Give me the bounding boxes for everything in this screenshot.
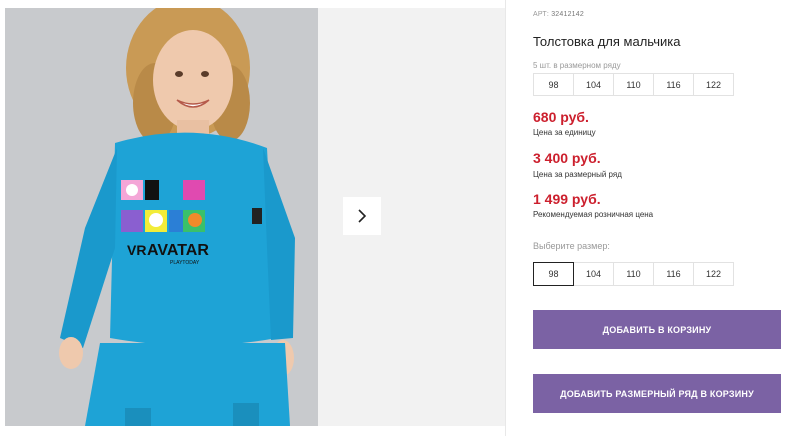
- pack-sizes: 98 104 110 116 122: [533, 73, 734, 96]
- pack-size: 122: [693, 73, 734, 96]
- size-option[interactable]: 104: [573, 262, 614, 286]
- sku-label: АРТ:: [533, 11, 550, 18]
- price-unit-caption: Цена за единицу: [533, 128, 596, 137]
- size-option[interactable]: 116: [653, 262, 694, 286]
- choose-size-label: Выберите размер:: [533, 241, 610, 251]
- product-title: Толстовка для мальчика: [533, 34, 681, 49]
- pack-size: 98: [533, 73, 574, 96]
- product-info: АРТ: 32412142 Толстовка для мальчика 5 ш…: [533, 0, 783, 436]
- size-option-selected[interactable]: 98: [533, 262, 574, 286]
- add-to-cart-button[interactable]: ДОБАВИТЬ В КОРЗИНУ: [533, 310, 781, 349]
- pack-label: 5 шт. в размерном ряду: [533, 61, 621, 70]
- price-retail-caption: Рекомендуемая розничная цена: [533, 210, 654, 219]
- product-photo-illustration: VR AVATAR PLAYTODAY: [5, 8, 318, 426]
- chevron-right-icon: [358, 209, 367, 223]
- pack-size: 116: [653, 73, 694, 96]
- size-option[interactable]: 122: [693, 262, 734, 286]
- print-brand: PLAYTODAY: [170, 260, 200, 266]
- print-text: AVATAR: [147, 242, 209, 259]
- price-pack-caption: Цена за размерный ряд: [533, 170, 622, 179]
- product-sku: АРТ: 32412142: [533, 11, 584, 18]
- sku-value: 32412142: [551, 11, 584, 18]
- next-image-button[interactable]: [343, 197, 381, 235]
- price-unit: 680 руб.: [533, 109, 589, 125]
- divider: [505, 0, 506, 436]
- pack-size: 104: [573, 73, 614, 96]
- price-pack: 3 400 руб.: [533, 150, 601, 166]
- pack-size: 110: [613, 73, 654, 96]
- price-retail: 1 499 руб.: [533, 191, 601, 207]
- print-prefix: VR: [127, 242, 146, 258]
- product-photo[interactable]: VR AVATAR PLAYTODAY: [5, 8, 318, 426]
- add-pack-to-cart-button[interactable]: ДОБАВИТЬ РАЗМЕРНЫЙ РЯД В КОРЗИНУ: [533, 374, 781, 413]
- product-gallery: VR AVATAR PLAYTODAY: [0, 0, 505, 436]
- size-selector: 98 104 110 116 122: [533, 262, 734, 286]
- size-option[interactable]: 110: [613, 262, 654, 286]
